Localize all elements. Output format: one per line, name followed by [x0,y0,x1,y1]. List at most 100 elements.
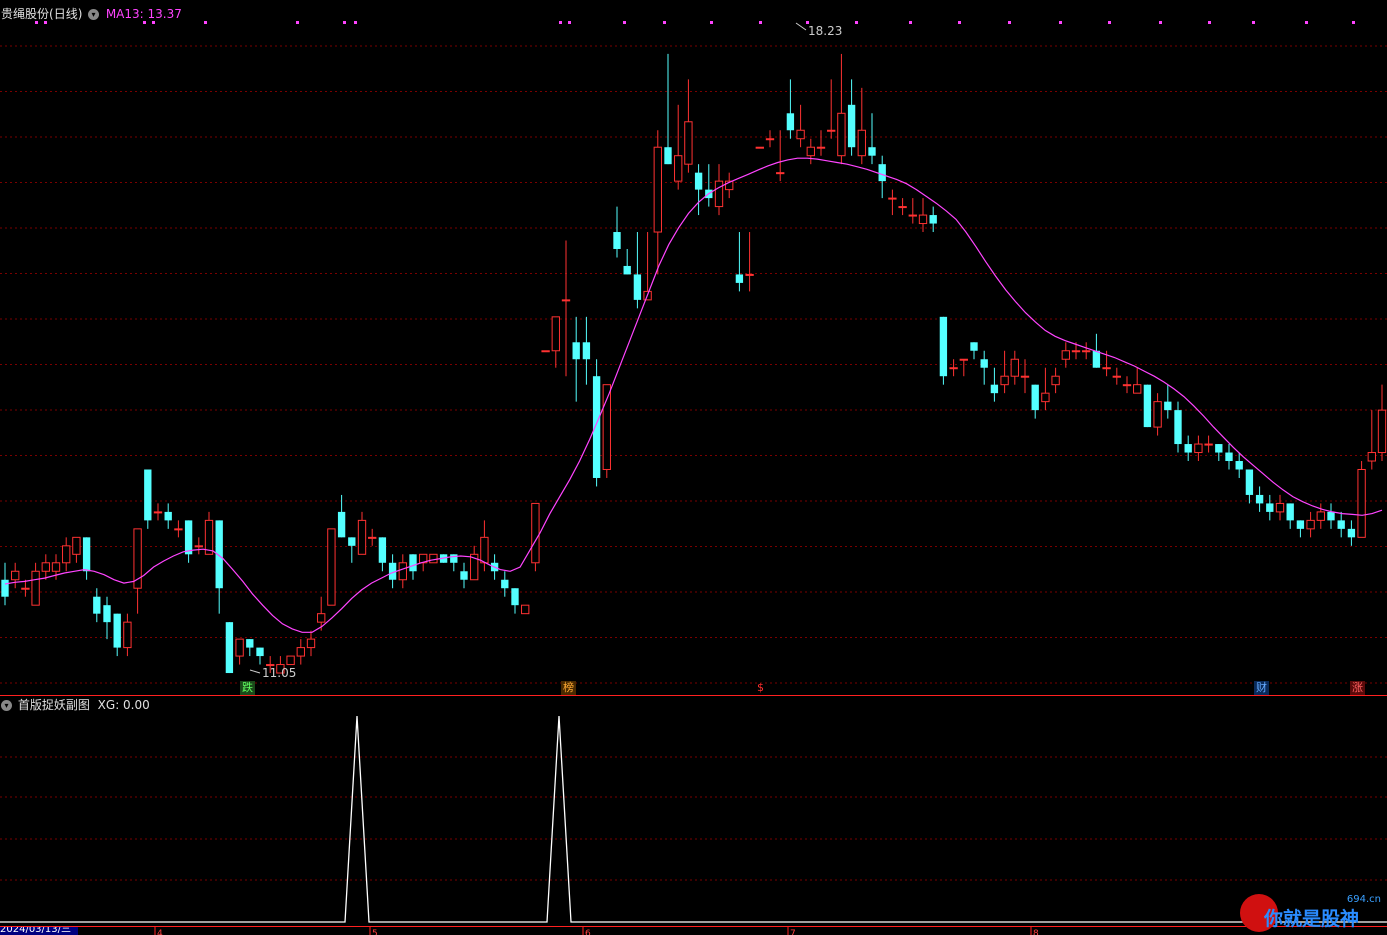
candle-body [327,528,336,606]
candle [1367,410,1376,470]
signal-dot [1008,21,1011,24]
candle-body [735,274,744,283]
xg-value: XG: 0.00 [97,698,150,712]
candle [398,554,407,589]
watermark-logo: 694.cn 你就是股神 [1238,890,1387,935]
candle [674,104,683,190]
candle [1041,367,1050,411]
candle [1000,350,1009,394]
candle-body [1347,528,1356,538]
candle-body [561,299,571,302]
candle-body [939,316,948,377]
candle-body [1153,401,1162,428]
candle-body [1010,358,1019,377]
sub-panel-header[interactable]: ▾ 首版捉妖副图 XG: 0.00 [1,698,150,712]
candle-body [235,638,244,657]
chevron-down-icon[interactable]: ▾ [88,9,99,20]
candle-body [1306,519,1315,530]
badge-finance[interactable]: 财 [1254,681,1269,695]
candle [62,537,71,572]
chevron-down-icon[interactable]: ▾ [1,700,12,711]
signal-dot [1208,21,1211,24]
badge-list[interactable]: 榜 [561,681,576,695]
candle [857,87,866,165]
cursor-date-box: 2024/03/13/三 [0,927,78,935]
candle [1357,461,1366,538]
candle [286,655,295,666]
candle [1082,342,1091,360]
candle [633,232,642,309]
signal-dot [710,21,713,24]
axis-tick-label: 8 [1033,929,1039,935]
candle-body [613,232,621,249]
candle-body [1143,384,1152,428]
candle [256,647,264,665]
signal-dot [559,21,562,24]
candle-body [1245,469,1254,495]
candle-body [225,622,234,674]
candle [898,198,907,216]
candle [694,164,703,216]
kline-chart-canvas[interactable]: 18.23 11.05 4 5 6 7 8 [0,0,1387,935]
candle-body [1266,503,1274,512]
candle [204,511,214,555]
candle [1020,359,1030,394]
candle-body [409,554,417,572]
signal-dot [354,21,357,24]
high-price-marker: 18.23 [795,22,842,38]
candle-body [592,376,601,478]
candle-body [623,265,631,275]
candle-body [1174,410,1182,445]
candle [1316,503,1325,529]
candle [735,232,744,292]
ma-dropdown[interactable]: ▾ MA13: 13.37 [88,7,182,21]
signal-dot [143,21,146,24]
candle-body [450,554,458,563]
candle [1245,469,1254,504]
candle-body [755,146,764,149]
candle [144,469,152,529]
candle-body [1316,511,1325,521]
candle [327,528,336,606]
candle [1235,452,1243,478]
candle [93,588,101,623]
candle-body [1000,375,1009,386]
candle-body [714,180,724,208]
candle [541,350,550,353]
candle-body [368,536,377,539]
candle [470,545,479,581]
candle [939,316,948,385]
signal-dot [1059,21,1062,24]
badge-down[interactable]: 跌 [240,681,255,695]
candle-body [62,545,71,564]
candle-body [317,613,326,623]
badge-money[interactable]: $ [753,681,768,695]
candle-body [480,536,489,564]
candle [664,53,672,165]
candle-body [1225,452,1233,462]
time-axis-ticks: 4 5 6 7 8 [154,927,1039,935]
candle [164,503,172,529]
candle [980,350,988,385]
signal-dot [1252,21,1255,24]
candle-body [348,537,356,546]
candle-body [1061,350,1070,360]
candle [1377,384,1387,462]
candle-body [51,562,61,572]
candle-body [296,647,305,657]
candle-body [633,274,642,300]
candle [613,206,621,258]
candle [1306,511,1315,538]
candle [368,528,377,546]
candle-body [194,545,203,548]
candle-body [1296,520,1305,529]
candle-body [1367,452,1376,462]
candle [501,571,509,597]
candle-body [1020,375,1030,378]
candle [765,130,775,148]
candle-body [144,469,152,521]
candle-body [1215,444,1223,453]
badge-up[interactable]: 涨 [1350,681,1365,695]
candle-body [511,588,519,606]
candle [1286,503,1294,529]
